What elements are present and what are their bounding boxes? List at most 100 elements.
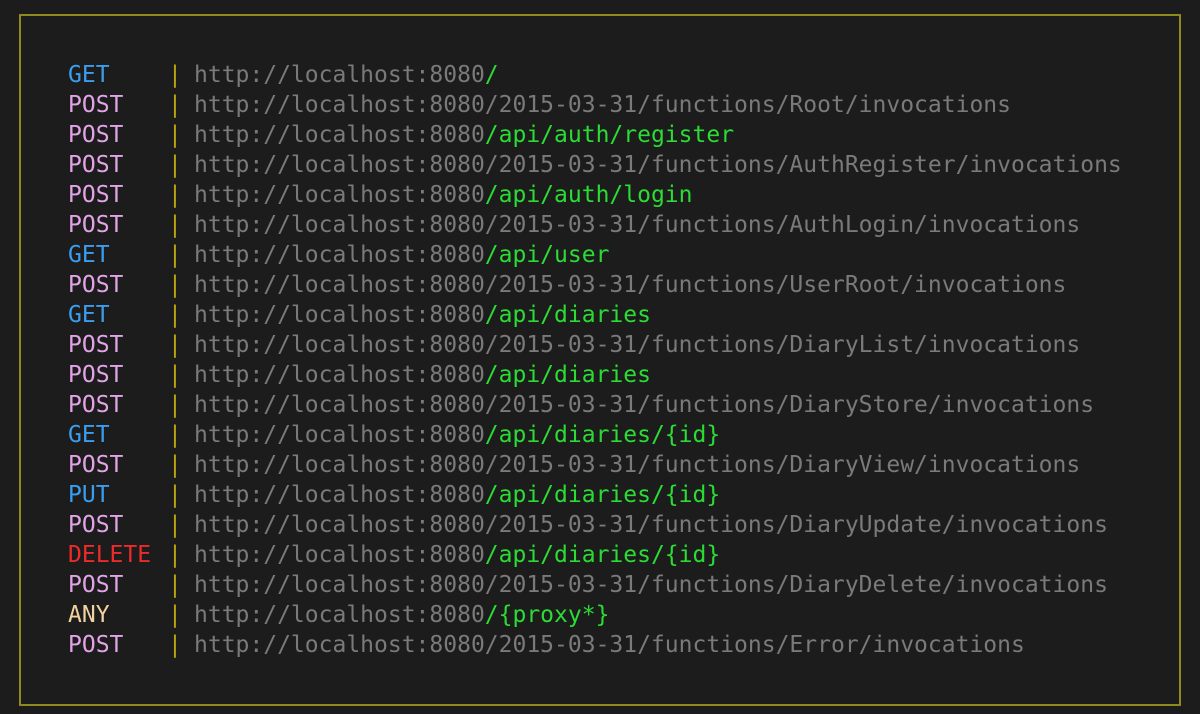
route-method: PUT bbox=[68, 482, 110, 508]
route-host: http://localhost:8080 bbox=[194, 632, 485, 658]
route-separator: | bbox=[168, 332, 182, 358]
route-row: POST | http://localhost:8080/api/auth/regi… bbox=[68, 120, 1122, 150]
route-row: POST | http://localhost:8080/2015-03-31/fu… bbox=[68, 270, 1122, 300]
route-row: POST | http://localhost:8080/2015-03-31/fu… bbox=[68, 330, 1122, 360]
route-row: GET | http://localhost:8080/ bbox=[68, 60, 1122, 90]
route-separator: | bbox=[168, 602, 182, 628]
route-row: POST | http://localhost:8080/2015-03-31/fu… bbox=[68, 90, 1122, 120]
route-row: POST | http://localhost:8080/2015-03-31/fu… bbox=[68, 150, 1122, 180]
route-row: GET | http://localhost:8080/api/diaries/{i… bbox=[68, 420, 1122, 450]
route-method: GET bbox=[68, 242, 110, 268]
route-host: http://localhost:8080 bbox=[194, 392, 485, 418]
route-path: /2015-03-31/functions/DiaryList/invocati… bbox=[484, 332, 1081, 358]
route-host: http://localhost:8080 bbox=[194, 482, 485, 508]
route-method: GET bbox=[68, 302, 110, 328]
route-separator: | bbox=[168, 542, 182, 568]
route-method: POST bbox=[68, 392, 124, 418]
route-path: /2015-03-31/functions/DiaryStore/invocat… bbox=[484, 392, 1095, 418]
route-method: POST bbox=[68, 122, 124, 148]
route-path: /2015-03-31/functions/DiaryView/invocati… bbox=[484, 452, 1081, 478]
route-separator: | bbox=[168, 632, 182, 658]
route-path: / bbox=[484, 62, 499, 88]
route-path: /api/user bbox=[484, 242, 610, 268]
route-separator: | bbox=[168, 302, 182, 328]
route-row: DELETE | http://localhost:8080/api/diaries… bbox=[68, 540, 1122, 570]
route-path: /2015-03-31/functions/UserRoot/invocatio… bbox=[484, 272, 1067, 298]
route-host: http://localhost:8080 bbox=[194, 122, 485, 148]
route-row: POST | http://localhost:8080/2015-03-31/fu… bbox=[68, 630, 1122, 660]
route-list: GET | http://localhost:8080/POST | http://lo… bbox=[68, 60, 1122, 660]
route-host: http://localhost:8080 bbox=[194, 452, 485, 478]
route-host: http://localhost:8080 bbox=[194, 62, 485, 88]
route-host: http://localhost:8080 bbox=[194, 152, 485, 178]
route-separator: | bbox=[168, 182, 182, 208]
route-host: http://localhost:8080 bbox=[194, 422, 485, 448]
route-host: http://localhost:8080 bbox=[194, 512, 485, 538]
route-separator: | bbox=[168, 62, 182, 88]
route-host: http://localhost:8080 bbox=[194, 302, 485, 328]
route-row: PUT | http://localhost:8080/api/diaries/{i… bbox=[68, 480, 1122, 510]
route-method: POST bbox=[68, 212, 124, 238]
route-path: /api/auth/register bbox=[484, 122, 735, 148]
route-separator: | bbox=[168, 392, 182, 418]
route-host: http://localhost:8080 bbox=[194, 182, 485, 208]
route-separator: | bbox=[168, 212, 182, 238]
route-host: http://localhost:8080 bbox=[194, 92, 485, 118]
route-path: /2015-03-31/functions/AuthLogin/invocati… bbox=[484, 212, 1081, 238]
route-method: POST bbox=[68, 452, 124, 478]
route-separator: | bbox=[168, 92, 182, 118]
route-path: /api/diaries/{id} bbox=[484, 542, 721, 568]
route-path: /api/diaries/{id} bbox=[484, 482, 721, 508]
route-host: http://localhost:8080 bbox=[194, 242, 485, 268]
route-host: http://localhost:8080 bbox=[194, 362, 485, 388]
route-path: /2015-03-31/functions/AuthRegister/invoc… bbox=[484, 152, 1122, 178]
route-method: POST bbox=[68, 182, 124, 208]
route-row: POST | http://localhost:8080/2015-03-31/fu… bbox=[68, 570, 1122, 600]
route-row: POST | http://localhost:8080/2015-03-31/fu… bbox=[68, 210, 1122, 240]
route-path: /2015-03-31/functions/Error/invocations bbox=[484, 632, 1025, 658]
route-host: http://localhost:8080 bbox=[194, 332, 485, 358]
route-row: POST | http://localhost:8080/2015-03-31/fu… bbox=[68, 450, 1122, 480]
route-host: http://localhost:8080 bbox=[194, 212, 485, 238]
route-method: POST bbox=[68, 362, 124, 388]
route-path: /2015-03-31/functions/Root/invocations bbox=[484, 92, 1011, 118]
route-separator: | bbox=[168, 122, 182, 148]
route-separator: | bbox=[168, 512, 182, 538]
route-separator: | bbox=[168, 242, 182, 268]
route-row: GET | http://localhost:8080/api/user bbox=[68, 240, 1122, 270]
route-row: POST | http://localhost:8080/2015-03-31/fu… bbox=[68, 390, 1122, 420]
route-separator: | bbox=[168, 152, 182, 178]
route-separator: | bbox=[168, 452, 182, 478]
route-separator: | bbox=[168, 572, 182, 598]
route-path: /api/diaries bbox=[484, 302, 651, 328]
route-path: /2015-03-31/functions/DiaryDelete/invoca… bbox=[484, 572, 1108, 598]
route-method: POST bbox=[68, 632, 124, 658]
route-path: /api/auth/login bbox=[484, 182, 693, 208]
route-host: http://localhost:8080 bbox=[194, 542, 485, 568]
route-path: /2015-03-31/functions/DiaryUpdate/invoca… bbox=[484, 512, 1108, 538]
route-row: POST | http://localhost:8080/2015-03-31/fu… bbox=[68, 510, 1122, 540]
route-host: http://localhost:8080 bbox=[194, 272, 485, 298]
route-method: GET bbox=[68, 422, 110, 448]
route-host: http://localhost:8080 bbox=[194, 602, 485, 628]
route-separator: | bbox=[168, 482, 182, 508]
route-path: /api/diaries/{id} bbox=[484, 422, 721, 448]
route-method: DELETE bbox=[68, 542, 152, 568]
route-method: GET bbox=[68, 62, 110, 88]
route-path: /{proxy*} bbox=[484, 602, 610, 628]
route-separator: | bbox=[168, 362, 182, 388]
route-method: POST bbox=[68, 512, 124, 538]
route-method: POST bbox=[68, 572, 124, 598]
route-row: GET | http://localhost:8080/api/diaries bbox=[68, 300, 1122, 330]
route-separator: | bbox=[168, 422, 182, 448]
route-row: POST | http://localhost:8080/api/diaries bbox=[68, 360, 1122, 390]
route-row: ANY | http://localhost:8080/{proxy*} bbox=[68, 600, 1122, 630]
route-row: POST | http://localhost:8080/api/auth/logi… bbox=[68, 180, 1122, 210]
route-method: ANY bbox=[68, 602, 110, 628]
route-method: POST bbox=[68, 332, 124, 358]
route-path: /api/diaries bbox=[484, 362, 651, 388]
route-separator: | bbox=[168, 272, 182, 298]
route-method: POST bbox=[68, 92, 124, 118]
route-method: POST bbox=[68, 152, 124, 178]
route-method: POST bbox=[68, 272, 124, 298]
